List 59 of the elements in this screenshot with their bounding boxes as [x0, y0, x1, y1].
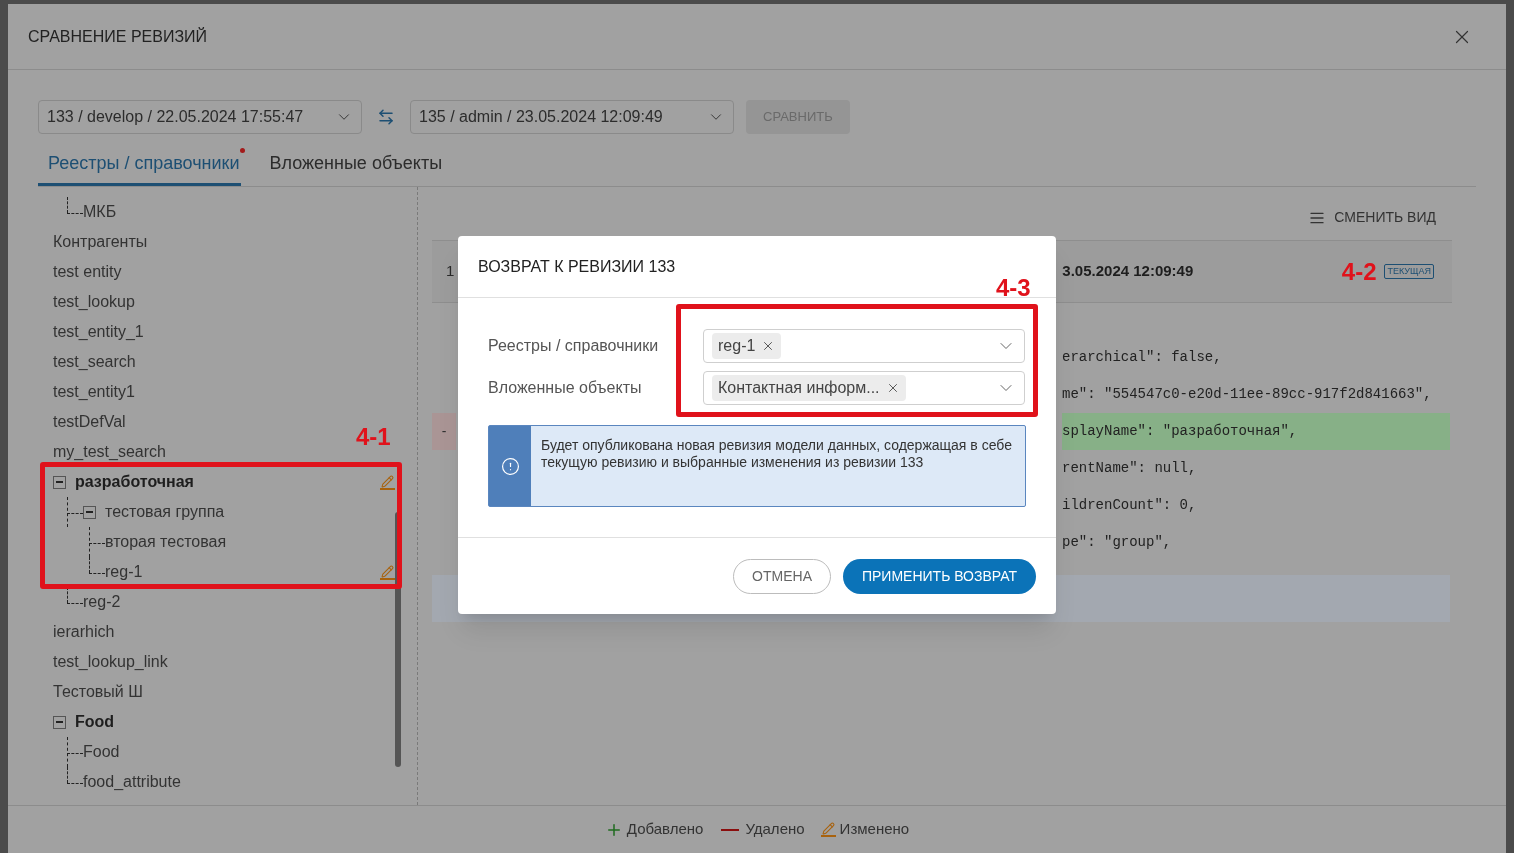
swap-icon[interactable]	[377, 108, 395, 126]
cancel-button[interactable]: ОТМЕНА	[733, 558, 831, 594]
tree-item[interactable]: Контрагенты	[53, 230, 148, 254]
tree-item[interactable]: тестовая группа	[105, 500, 225, 524]
annotation-label: 4-3	[996, 273, 1031, 303]
field-label: Вложенные объекты	[488, 378, 643, 398]
multi-select[interactable]: Контактная информ...	[703, 371, 1025, 405]
multi-select[interactable]: reg-1	[703, 329, 1025, 363]
modal-title: ВОЗВРАТ К РЕВИЗИИ 133	[478, 256, 676, 277]
collapse-toggle[interactable]	[53, 475, 66, 489]
tree-item[interactable]: Food	[75, 710, 115, 734]
apply-button[interactable]: ПРИМЕНИТЬ ВОЗВРАТ	[842, 558, 1036, 594]
info-icon	[500, 456, 520, 476]
revision-select[interactable]: 133 / develop / 22.05.2024 17:55:47	[38, 100, 362, 134]
tree-item[interactable]: test_lookup	[53, 290, 135, 314]
tree-item[interactable]: test_lookup_link	[53, 650, 168, 674]
revision-number: 1	[446, 261, 455, 282]
code-line: me": "554547c0-e20d-11ee-89cc-917f2d841663",	[1062, 385, 1432, 404]
tree-item[interactable]: разработочная	[75, 470, 194, 494]
tree-item[interactable]: reg-2	[83, 590, 121, 614]
tree-item[interactable]: МКБ	[83, 200, 117, 224]
annotation-label: 4-1	[356, 422, 391, 452]
revision-date: 3.05.2024 12:09:49	[1062, 261, 1194, 282]
tab[interactable]: Вложенные объекты	[259, 150, 445, 186]
pencil-icon	[820, 822, 836, 837]
code-line: ildrenCount": 0,	[1062, 496, 1197, 515]
legend-label: Изменено	[839, 819, 910, 840]
revision-select[interactable]: 135 / admin / 23.05.2024 12:09:49	[410, 100, 734, 134]
tree-item[interactable]: reg-1	[105, 560, 143, 584]
window-title: СРАВНЕНИЕ РЕВИЗИЙ	[28, 26, 208, 47]
collapse-toggle[interactable]	[53, 715, 66, 729]
tree-item[interactable]: food_attribute	[83, 770, 181, 794]
tree-item[interactable]: test_search	[53, 350, 136, 374]
change-view-button[interactable]: СМЕНИТЬ ВИД	[1309, 207, 1436, 228]
tree-item[interactable]: my_test_search	[53, 440, 166, 464]
tree-item[interactable]: test_entity1	[53, 380, 135, 404]
tree-item[interactable]: Food	[83, 740, 120, 764]
scrollbar[interactable]	[395, 512, 401, 767]
minus-icon	[721, 828, 740, 831]
field-label: Реестры / справочники	[488, 336, 660, 356]
current-badge: ТЕКУЩАЯ	[1384, 263, 1434, 280]
tree-item[interactable]: вторая тестовая	[105, 530, 227, 554]
tree-item[interactable]: testDefVal	[53, 410, 126, 434]
code-line: rentName": null,	[1062, 459, 1197, 478]
legend-label: Добавлено	[626, 819, 704, 840]
tree-item[interactable]: Тестовый Ш	[53, 680, 143, 704]
selected-tag: reg-1	[712, 333, 782, 359]
removed-marker: -	[432, 413, 456, 450]
info-text: Будет опубликована новая ревизия модели данных, содержащая в себе текущую ревизию и выбранные изменения из ревизии 133	[540, 436, 1013, 472]
selected-tag: Контактная информ...	[712, 375, 906, 401]
tree-item[interactable]: test_entity_1	[53, 320, 144, 344]
tree-item[interactable]: test entity	[53, 260, 122, 284]
legend-label: Удалено	[745, 819, 805, 840]
tab[interactable]: Реестры / справочники	[38, 150, 242, 186]
annotation-label: 4-2	[1341, 256, 1377, 287]
collapse-toggle[interactable]	[83, 505, 96, 519]
code-line: pe": "group",	[1062, 533, 1172, 552]
tree-item[interactable]: ierarhich	[53, 620, 115, 644]
code-line: erarchical": false,	[1062, 348, 1222, 367]
